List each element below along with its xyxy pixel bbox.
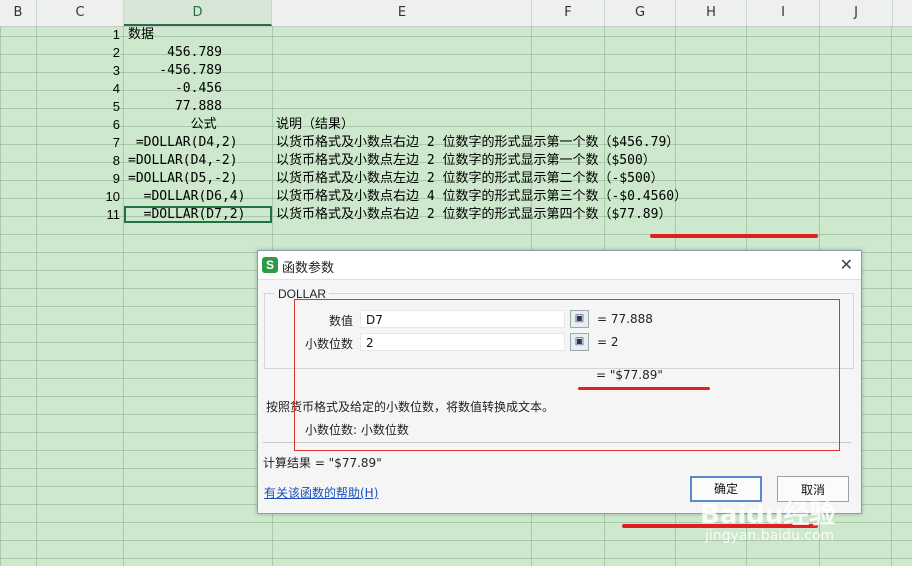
grid-line [891, 26, 892, 566]
cell-d7[interactable]: =DOLLAR(D4,2) [128, 134, 238, 152]
annotation-box [294, 299, 840, 451]
column-header-d[interactable]: D [124, 0, 272, 26]
cell-e11[interactable]: 以货币格式及小数点右边 2 位数字的形式显示第四个数（$77.89） [276, 206, 671, 224]
row-number: 4 [112, 81, 120, 96]
column-header-h[interactable]: H [676, 0, 747, 26]
column-header-e[interactable]: E [273, 0, 532, 26]
row-number: 9 [112, 171, 120, 186]
dialog-title-bar[interactable]: S 函数参数 ✕ [258, 251, 861, 280]
cell-e6[interactable]: 说明（结果） [276, 116, 354, 134]
grid-line [36, 26, 37, 566]
column-header-b[interactable]: B [0, 0, 37, 26]
watermark-url: jingyan.baidu.com [705, 528, 835, 544]
row-number: 10 [105, 189, 120, 204]
annotation-underline [650, 234, 818, 238]
calculation-result: 计算结果 = "$77.89" [263, 456, 382, 470]
function-help-link[interactable]: 有关该函数的帮助(H) [264, 484, 378, 501]
row-number: 5 [112, 99, 120, 114]
watermark-logo: Baidu经验 [700, 500, 836, 530]
column-header-j[interactable]: J [820, 0, 893, 26]
column-header-i[interactable]: I [747, 0, 820, 26]
column-header-g[interactable]: G [605, 0, 676, 26]
wps-app-icon: S [262, 257, 278, 273]
grid-line [123, 26, 124, 566]
cell-e7[interactable]: 以货币格式及小数点右边 2 位数字的形式显示第一个数（$456.79） [276, 134, 679, 152]
cell-d2[interactable]: 456.789 [128, 44, 222, 62]
cell-d5[interactable]: 77.888 [128, 98, 222, 116]
row-number: 3 [112, 63, 120, 78]
row-number: 8 [112, 153, 120, 168]
row-number: 1 [112, 27, 120, 42]
cell-d10[interactable]: =DOLLAR(D6,4) [128, 188, 246, 206]
row-number: 2 [112, 45, 120, 60]
row-number: 11 [106, 207, 121, 222]
row-number: 6 [112, 117, 120, 132]
cell-d3[interactable]: -456.789 [128, 62, 222, 80]
cell-e9[interactable]: 以货币格式及小数点左边 2 位数字的形式显示第二个数（-$500） [276, 170, 664, 188]
row-number: 7 [112, 135, 120, 150]
cell-d1[interactable]: 数据 [128, 26, 154, 44]
column-header-bar: B C D E F G H I J [0, 0, 912, 27]
dialog-title: 函数参数 [282, 260, 335, 275]
cell-d6[interactable]: 公式 [128, 116, 217, 134]
cell-d4[interactable]: -0.456 [128, 80, 222, 98]
close-icon[interactable]: ✕ [840, 255, 853, 275]
selected-cell-outline[interactable] [124, 206, 272, 223]
column-header-c[interactable]: C [37, 0, 124, 26]
cell-d9[interactable]: =DOLLAR(D5,-2) [128, 170, 238, 188]
cell-e10[interactable]: 以货币格式及小数点右边 4 位数字的形式显示第三个数（-$0.4560） [276, 188, 687, 206]
column-header-f[interactable]: F [532, 0, 605, 26]
cell-d8[interactable]: =DOLLAR(D4,-2) [128, 152, 238, 170]
cell-e8[interactable]: 以货币格式及小数点左边 2 位数字的形式显示第一个数（$500） [276, 152, 656, 170]
